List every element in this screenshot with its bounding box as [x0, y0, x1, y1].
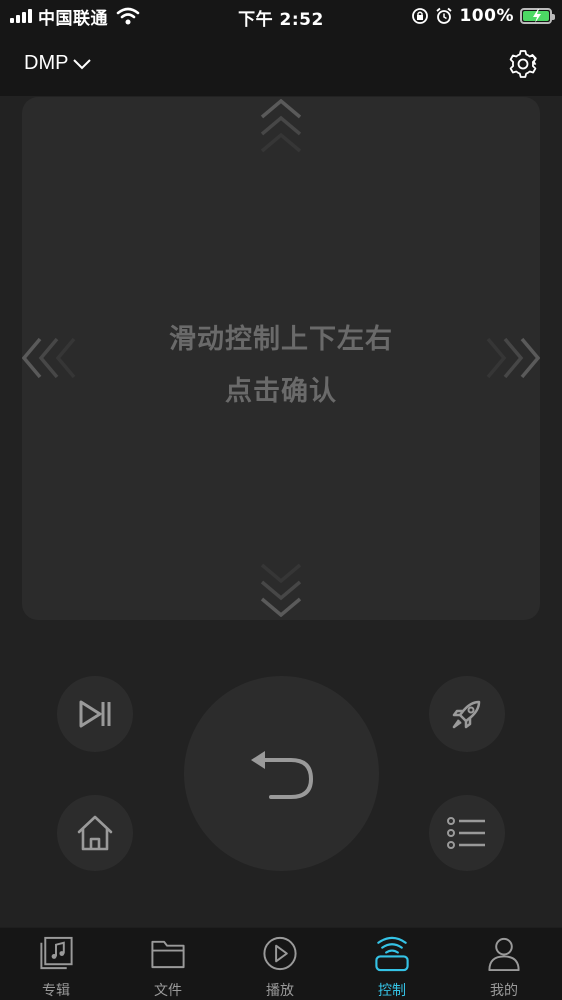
menu-button[interactable] — [429, 795, 505, 871]
tab-mine[interactable]: 我的 — [464, 934, 544, 1000]
touchpad-hint-confirm: 点击确认 — [225, 376, 337, 407]
play-pause-button[interactable] — [57, 676, 133, 752]
chevron-up-icon — [260, 99, 302, 153]
battery-percent: 100% — [459, 6, 514, 26]
tab-label: 文件 — [154, 983, 182, 999]
orientation-lock-icon — [412, 8, 429, 24]
tab-label: 播放 — [266, 983, 294, 999]
clock: 下午 2:52 — [238, 10, 324, 30]
device-selector[interactable]: DMP — [24, 52, 92, 75]
rocket-icon — [452, 700, 481, 729]
tab-bar: 专辑 文件 播放 控制 我的 — [0, 927, 562, 1000]
status-bar: 中国联通 下午 2:52 100% — [0, 0, 562, 32]
back-button[interactable] — [184, 676, 379, 871]
device-name: DMP — [24, 52, 69, 74]
app-header: DMP — [0, 32, 562, 96]
chevron-down-icon — [73, 58, 92, 69]
home-icon — [77, 815, 113, 851]
tab-label: 专辑 — [42, 983, 70, 999]
tab-album[interactable]: 专辑 — [16, 934, 96, 1000]
album-icon — [40, 936, 73, 970]
battery-icon — [520, 8, 555, 24]
gear-icon[interactable] — [508, 49, 538, 79]
touchpad-hint-direction: 滑动控制上下左右 — [169, 324, 393, 355]
remote-control-screen: 中国联通 下午 2:52 100% DMP 滑动控制上下左右 点击确认 专辑 文… — [0, 0, 562, 1000]
return-arrow-icon — [250, 750, 313, 799]
launch-button[interactable] — [429, 676, 505, 752]
play-pause-icon — [79, 700, 111, 728]
tab-files[interactable]: 文件 — [128, 934, 208, 1000]
tab-play[interactable]: 播放 — [240, 934, 320, 1000]
tab-label: 我的 — [490, 983, 518, 999]
chevron-down-icon — [260, 563, 302, 617]
remote-control-icon — [375, 936, 409, 972]
home-button[interactable] — [57, 795, 133, 871]
list-icon — [447, 817, 485, 849]
person-icon — [488, 937, 520, 972]
alarm-icon — [436, 7, 453, 24]
tab-label: 控制 — [378, 983, 406, 999]
play-icon — [263, 936, 297, 971]
tab-control[interactable]: 控制 — [352, 934, 432, 1000]
status-right: 100% — [411, 5, 555, 27]
touchpad[interactable]: 滑动控制上下左右 点击确认 — [22, 97, 540, 620]
folder-icon — [151, 940, 185, 969]
